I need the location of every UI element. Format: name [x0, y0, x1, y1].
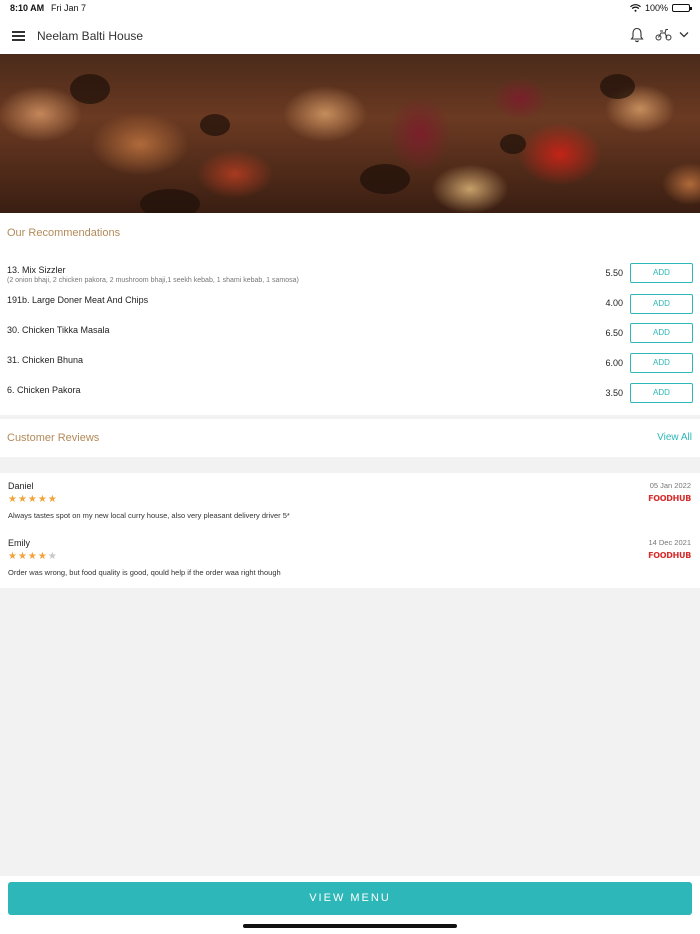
add-button[interactable]: ADD — [630, 323, 693, 343]
item-price: 6.50 — [605, 328, 623, 338]
item-price: 5.50 — [605, 268, 623, 278]
item-description: (2 onion bhaji, 2 chicken pakora, 2 mush… — [7, 277, 299, 284]
battery-icon — [672, 4, 692, 12]
rating-stars: ★★★★★ — [8, 551, 58, 562]
review-item: Daniel ★★★★★ Always tastes spot on my ne… — [0, 481, 700, 531]
item-name: 13. Mix Sizzler — [7, 265, 66, 275]
add-button[interactable]: ADD — [630, 353, 693, 373]
reviews-list: Daniel ★★★★★ Always tastes spot on my ne… — [0, 473, 700, 588]
recommendations-section: Our Recommendations 13. Mix Sizzler (2 o… — [0, 213, 700, 415]
add-button[interactable]: ADD — [630, 383, 693, 403]
recommendation-item: 191b. Large Doner Meat And Chips 4.00 AD… — [0, 294, 700, 325]
bell-icon[interactable] — [630, 27, 644, 43]
item-name: 191b. Large Doner Meat And Chips — [7, 295, 149, 305]
rating-stars: ★★★★★ — [8, 494, 58, 505]
add-button[interactable]: ADD — [630, 294, 693, 314]
recommendations-title: Our Recommendations — [7, 227, 121, 239]
hamburger-menu-icon[interactable] — [12, 31, 25, 41]
wifi-icon — [630, 4, 641, 12]
recommendation-item: 30. Chicken Tikka Masala 6.50 ADD — [0, 323, 700, 355]
reviewer-name: Emily — [8, 538, 30, 548]
recommendation-item: 31. Chicken Bhuna 6.00 ADD — [0, 353, 700, 385]
footer-bar: VIEW MENU — [0, 876, 700, 934]
status-date: Fri Jan 7 — [51, 3, 87, 13]
status-right: 100% — [630, 3, 692, 13]
review-date: 05 Jan 2022 — [649, 481, 691, 490]
app-header: Neelam Balti House — [0, 16, 700, 54]
store-title: Neelam Balti House — [37, 29, 144, 43]
item-price: 3.50 — [605, 388, 623, 398]
reviewer-name: Daniel — [8, 481, 34, 491]
item-name: 6. Chicken Pakora — [7, 385, 81, 395]
reviews-title: Customer Reviews — [7, 432, 100, 444]
chevron-down-icon[interactable] — [679, 31, 689, 38]
item-price: 6.00 — [605, 358, 623, 368]
delivery-scooter-icon[interactable] — [655, 28, 672, 41]
foodhub-logo: FOODHUB — [648, 551, 691, 560]
add-button[interactable]: ADD — [630, 263, 693, 283]
item-price: 4.00 — [605, 298, 623, 308]
status-time: 8:10 AM — [10, 3, 45, 13]
recommendation-item: 6. Chicken Pakora 3.50 ADD — [0, 383, 700, 415]
review-text: Always tastes spot on my new local curry… — [8, 511, 290, 520]
battery-percent: 100% — [644, 3, 668, 13]
reviews-header: Customer Reviews View All — [0, 419, 700, 457]
hero-food-image — [0, 54, 700, 213]
view-menu-button[interactable]: VIEW MENU — [8, 882, 692, 915]
home-indicator[interactable] — [243, 924, 457, 928]
view-all-link[interactable]: View All — [657, 432, 692, 443]
item-name: 31. Chicken Bhuna — [7, 355, 84, 365]
foodhub-logo: FOODHUB — [648, 494, 691, 503]
review-item: Emily ★★★★★ Order was wrong, but food qu… — [0, 538, 700, 588]
status-bar: 8:10 AM Fri Jan 7 100% — [0, 0, 700, 16]
item-name: 30. Chicken Tikka Masala — [7, 325, 110, 335]
review-text: Order was wrong, but food quality is goo… — [8, 568, 281, 577]
recommendation-item: 13. Mix Sizzler (2 onion bhaji, 2 chicke… — [0, 263, 700, 295]
review-date: 14 Dec 2021 — [648, 538, 691, 547]
